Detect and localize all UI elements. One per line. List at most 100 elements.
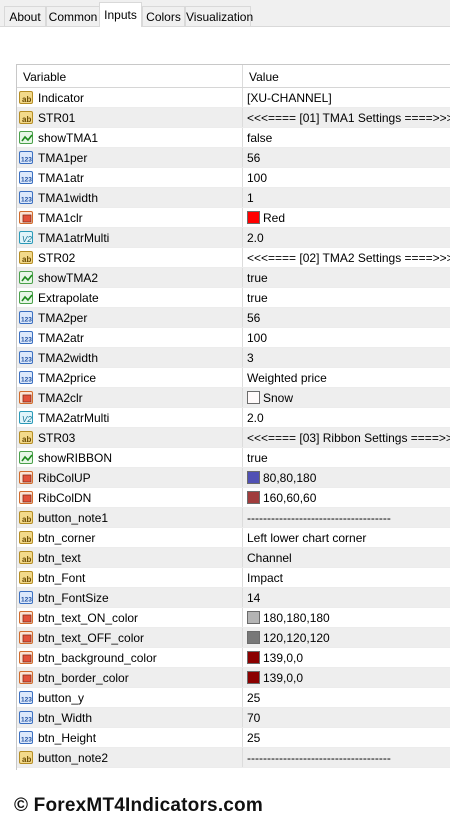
header-value-cell[interactable]: Value [243,65,450,87]
value-cell[interactable]: true [243,288,450,307]
table-row[interactable]: ab Indicator [XU-CHANNEL] [17,88,450,108]
table-row[interactable]: ab btn_Font Impact [17,568,450,588]
variable-cell[interactable]: 123 TMA2width [17,348,243,367]
value-cell[interactable]: <<<==== [02] TMA2 Settings ====>>> [243,248,450,267]
value-cell[interactable]: <<<==== [01] TMA1 Settings ====>>> [243,108,450,127]
variable-cell[interactable]: 123 TMA2atr [17,328,243,347]
variable-cell[interactable]: ab STR03 [17,428,243,447]
value-cell[interactable]: 100 [243,168,450,187]
table-row[interactable]: ab STR03 <<<==== [03] Ribbon Settings ====… [17,428,450,448]
variable-cell[interactable]: ab STR02 [17,248,243,267]
value-cell[interactable]: 56 [243,148,450,167]
value-cell[interactable]: Red [243,208,450,227]
value-cell[interactable]: ------------------------------------ [243,508,450,527]
color-swatch[interactable] [247,211,260,224]
value-cell[interactable]: 2.0 [243,228,450,247]
value-cell[interactable]: [XU-CHANNEL] [243,88,450,107]
value-cell[interactable]: 56 [243,308,450,327]
color-swatch[interactable] [247,671,260,684]
table-row[interactable]: ab btn_text Channel [17,548,450,568]
table-row[interactable]: RibColDN 160,60,60 [17,488,450,508]
variable-cell[interactable]: btn_background_color [17,648,243,667]
value-cell[interactable]: 14 [243,588,450,607]
value-cell[interactable]: Channel [243,548,450,567]
tab-visualization[interactable]: Visualization [185,6,253,26]
table-row[interactable]: 123 TMA2atr 100 [17,328,450,348]
value-cell[interactable]: Snow [243,388,450,407]
variable-cell[interactable]: btn_text_OFF_color [17,628,243,647]
variable-cell[interactable]: ab btn_text [17,548,243,567]
table-row[interactable]: V2 TMA2atrMulti 2.0 [17,408,450,428]
variable-cell[interactable]: 123 TMA1width [17,188,243,207]
table-row[interactable]: btn_text_OFF_color 120,120,120 [17,628,450,648]
value-cell[interactable]: 3 [243,348,450,367]
color-swatch[interactable] [247,471,260,484]
variable-cell[interactable]: V2 TMA1atrMulti [17,228,243,247]
variable-cell[interactable]: RibColUP [17,468,243,487]
variable-cell[interactable]: ab Indicator [17,88,243,107]
table-row[interactable]: ab button_note1 --------------------------… [17,508,450,528]
table-row[interactable]: ab button_note2 --------------------------… [17,748,450,768]
value-cell[interactable]: true [243,448,450,467]
table-row[interactable]: Extrapolate true [17,288,450,308]
value-cell[interactable]: ------------------------------------ [243,748,450,767]
variable-cell[interactable]: 123 TMA2price [17,368,243,387]
color-swatch[interactable] [247,611,260,624]
table-row[interactable]: RibColUP 80,80,180 [17,468,450,488]
value-cell[interactable]: 160,60,60 [243,488,450,507]
table-row[interactable]: 123 TMA2price Weighted price [17,368,450,388]
table-row[interactable]: 123 TMA1per 56 [17,148,450,168]
variable-cell[interactable]: ab button_note1 [17,508,243,527]
value-cell[interactable]: 25 [243,728,450,747]
color-swatch[interactable] [247,391,260,404]
table-row[interactable]: showTMA2 true [17,268,450,288]
variable-cell[interactable]: Extrapolate [17,288,243,307]
table-row[interactable]: 123 button_y 25 [17,688,450,708]
variable-cell[interactable]: showTMA2 [17,268,243,287]
variable-cell[interactable]: btn_text_ON_color [17,608,243,627]
value-cell[interactable]: 80,80,180 [243,468,450,487]
table-row[interactable]: 123 TMA1width 1 [17,188,450,208]
tab-common[interactable]: Common [46,6,100,26]
table-row[interactable]: 123 TMA2per 56 [17,308,450,328]
variable-cell[interactable]: 123 btn_Height [17,728,243,747]
color-swatch[interactable] [247,631,260,644]
color-swatch[interactable] [247,651,260,664]
value-cell[interactable]: 180,180,180 [243,608,450,627]
table-row[interactable]: ab STR02 <<<==== [02] TMA2 Settings ====>>… [17,248,450,268]
variable-cell[interactable]: 123 TMA1atr [17,168,243,187]
variable-cell[interactable]: btn_border_color [17,668,243,687]
table-row[interactable]: 123 btn_Height 25 [17,728,450,748]
tab-inputs[interactable]: Inputs [99,2,142,27]
variable-cell[interactable]: 123 btn_FontSize [17,588,243,607]
table-row[interactable]: btn_background_color 139,0,0 [17,648,450,668]
table-row[interactable]: showRIBBON true [17,448,450,468]
value-cell[interactable]: Impact [243,568,450,587]
table-row[interactable]: btn_text_ON_color 180,180,180 [17,608,450,628]
variable-cell[interactable]: RibColDN [17,488,243,507]
variable-cell[interactable]: V2 TMA2atrMulti [17,408,243,427]
variable-cell[interactable]: ab button_note2 [17,748,243,767]
table-row[interactable]: TMA1clr Red [17,208,450,228]
value-cell[interactable]: 25 [243,688,450,707]
value-cell[interactable]: false [243,128,450,147]
table-row[interactable]: V2 TMA1atrMulti 2.0 [17,228,450,248]
variable-cell[interactable]: ab btn_corner [17,528,243,547]
value-cell[interactable]: 70 [243,708,450,727]
value-cell[interactable]: 100 [243,328,450,347]
value-cell[interactable]: 2.0 [243,408,450,427]
variable-cell[interactable]: showRIBBON [17,448,243,467]
table-row[interactable]: ab btn_corner Left lower chart corner [17,528,450,548]
table-row[interactable]: TMA2clr Snow [17,388,450,408]
variable-cell[interactable]: showTMA1 [17,128,243,147]
variable-cell[interactable]: 123 TMA1per [17,148,243,167]
variable-cell[interactable]: ab STR01 [17,108,243,127]
variable-cell[interactable]: 123 btn_Width [17,708,243,727]
variable-cell[interactable]: TMA1clr [17,208,243,227]
tab-about[interactable]: About [4,6,46,26]
value-cell[interactable]: true [243,268,450,287]
value-cell[interactable]: 120,120,120 [243,628,450,647]
variable-cell[interactable]: 123 button_y [17,688,243,707]
value-cell[interactable]: <<<==== [03] Ribbon Settings ====>>> [243,428,450,447]
variable-cell[interactable]: ab btn_Font [17,568,243,587]
